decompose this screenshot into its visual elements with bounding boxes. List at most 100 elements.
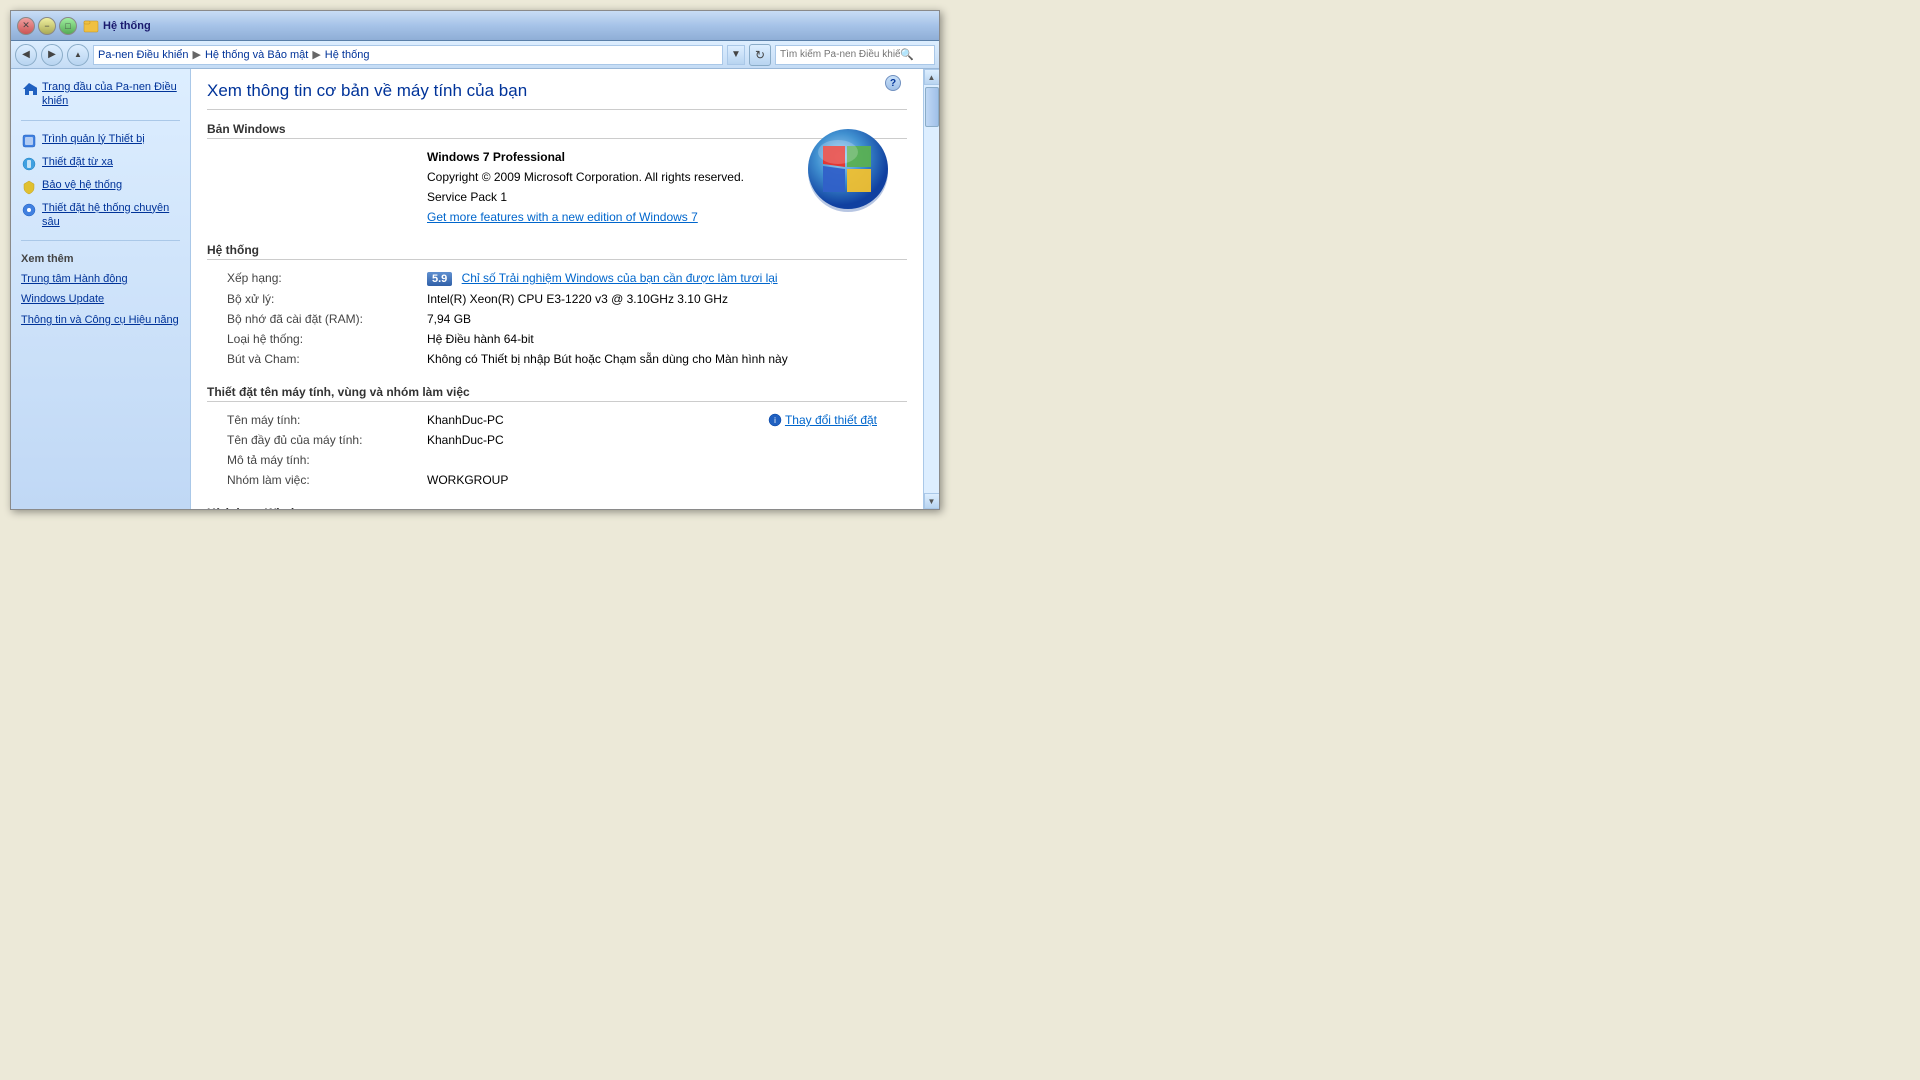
scroll-thumb[interactable] [925, 87, 939, 127]
windows-logo-container [803, 124, 893, 217]
xem-them-label: Xem thêm [11, 249, 190, 269]
sidebar-item-windows-update[interactable]: Windows Update [11, 289, 190, 309]
description-label: Mô tả máy tính: [207, 450, 427, 470]
address-bar: ◀ ▶ ▲ Pa-nen Điều khiển ▶ Hệ thống và Bả… [11, 41, 939, 69]
rating-value: 5.9 Chỉ số Trải nghiệm Windows của bạn c… [427, 268, 907, 289]
pen-value: Không có Thiết bị nhập Bút hoặc Chạm sẵn… [427, 349, 907, 369]
cpu-label: Bộ xử lý: [207, 289, 427, 309]
breadcrumb-2[interactable]: Hệ thống và Bảo mật [205, 49, 308, 61]
ban-windows-section: Bản Windows Windows 7 Professional Copyr… [207, 122, 907, 227]
separator-1: ▶ [193, 48, 201, 61]
he-thong-heading: Hệ thống [207, 243, 907, 260]
pen-row: Bút và Cham: Không có Thiết bị nhập Bút … [207, 349, 907, 369]
system-protect-label[interactable]: Bảo vệ hệ thống [42, 178, 122, 192]
pen-label: Bút và Cham: [207, 349, 427, 369]
service-pack-row: Service Pack 1 [207, 187, 907, 207]
search-box[interactable]: 🔍 [775, 45, 935, 65]
forward-button[interactable]: ▶ [41, 44, 63, 66]
sidebar-item-home[interactable]: Trang đầu của Pa-nen Điều khiển [11, 77, 190, 112]
rating-refresh-link[interactable]: Chỉ số Trải nghiệm Windows của bạn cần đ… [462, 271, 778, 285]
title-bar: ✕ − □ Hệ thống [11, 11, 939, 41]
os-type-label: Loại hệ thống: [207, 329, 427, 349]
up-button[interactable]: ▲ [67, 44, 89, 66]
ten-may-tinh-table: Tên máy tính: KhanhDuc-PC i Thay đổi thi… [207, 410, 907, 490]
scroll-up[interactable]: ▲ [924, 69, 940, 85]
workgroup-label: Nhóm làm việc: [207, 470, 427, 490]
advanced-settings-label[interactable]: Thiết đặt hệ thống chuyên sâu [42, 201, 180, 230]
ban-windows-heading: Bản Windows [207, 122, 907, 139]
upgrade-row: Get more features with a new edition of … [207, 207, 907, 227]
full-name-value: KhanhDuc-PC [427, 430, 907, 450]
separator-2: ▶ [312, 48, 320, 61]
computer-name-row: Tên máy tính: KhanhDuc-PC i Thay đổi thi… [207, 410, 907, 430]
computer-name-label: Tên máy tính: [207, 410, 427, 430]
rating-badge: 5.9 [427, 272, 452, 286]
sidebar-item-system-protect[interactable]: Bảo vệ hệ thống [11, 175, 190, 198]
window-controls[interactable]: ✕ − □ [17, 17, 77, 35]
title-bar-text: Hệ thống [103, 20, 933, 32]
remote-settings-icon [21, 156, 37, 172]
edition-row: Windows 7 Professional [207, 147, 907, 167]
os-type-row: Loại hệ thống: Hệ Điều hành 64-bit [207, 329, 907, 349]
page-title: Xem thông tin cơ bản về máy tính của bạn [207, 81, 907, 110]
windows-update-label[interactable]: Windows Update [21, 292, 104, 306]
advanced-settings-icon [21, 202, 37, 218]
rating-label: Xếp hạng: [207, 268, 427, 289]
address-field[interactable]: Pa-nen Điều khiển ▶ Hệ thống và Bảo mật … [93, 45, 723, 65]
kich-hoat-section: Kích hoạt Windows ask for genuine ✕ Micr… [207, 506, 907, 509]
copyright-row: Copyright © 2009 Microsoft Corporation. … [207, 167, 907, 187]
maximize-button[interactable]: □ [59, 17, 77, 35]
performance-label[interactable]: Thông tin và Công cụ Hiệu năng [21, 313, 179, 327]
upgrade-link[interactable]: Get more features with a new edition of … [427, 210, 698, 224]
ram-value: 7,94 GB [427, 309, 907, 329]
ram-label: Bộ nhớ đã cài đặt (RAM): [207, 309, 427, 329]
home-icon [21, 81, 37, 97]
rating-row: Xếp hạng: 5.9 Chỉ số Trải nghiệm Windows… [207, 268, 907, 289]
sidebar-item-advanced[interactable]: Thiết đặt hệ thống chuyên sâu [11, 198, 190, 233]
address-dropdown[interactable]: ▼ [727, 45, 745, 65]
sidebar-item-action-center[interactable]: Trung tâm Hành động [11, 269, 190, 289]
breadcrumb-3[interactable]: Hệ thống [325, 49, 370, 61]
help-button[interactable]: ? [885, 75, 901, 91]
workgroup-value: WORKGROUP [427, 470, 907, 490]
device-manager-label[interactable]: Trình quản lý Thiết bị [42, 132, 145, 146]
device-manager-icon [21, 133, 37, 149]
search-input[interactable] [780, 49, 900, 60]
scroll-down[interactable]: ▼ [924, 493, 940, 509]
windows7-logo [803, 124, 893, 214]
remote-settings-label[interactable]: Thiết đặt từ xa [42, 155, 113, 169]
ban-windows-table: Windows 7 Professional Copyright © 2009 … [207, 147, 907, 227]
search-icon[interactable]: 🔍 [900, 48, 914, 61]
content-area: ? Xem thông tin cơ bản về máy tính của b… [191, 69, 923, 509]
os-type-value: Hệ Điều hành 64-bit [427, 329, 907, 349]
he-thong-table: Xếp hạng: 5.9 Chỉ số Trải nghiệm Windows… [207, 268, 907, 369]
cpu-row: Bộ xử lý: Intel(R) Xeon(R) CPU E3-1220 v… [207, 289, 907, 309]
cpu-value: Intel(R) Xeon(R) CPU E3-1220 v3 @ 3.10GH… [427, 289, 907, 309]
action-center-label[interactable]: Trung tâm Hành động [21, 272, 128, 286]
system-protect-icon [21, 179, 37, 195]
close-button[interactable]: ✕ [17, 17, 35, 35]
sidebar-item-device-manager[interactable]: Trình quản lý Thiết bị [11, 129, 190, 152]
change-settings-link[interactable]: i Thay đổi thiết đặt [768, 413, 877, 427]
change-icon: i [768, 413, 782, 427]
sidebar-divider-1 [21, 120, 180, 121]
main-window: ✕ − □ Hệ thống ◀ ▶ ▲ Pa-nen Điều khiển ▶… [10, 10, 940, 510]
ram-row: Bộ nhớ đã cài đặt (RAM): 7,94 GB [207, 309, 907, 329]
workgroup-row: Nhóm làm việc: WORKGROUP [207, 470, 907, 490]
description-row: Mô tả máy tính: [207, 450, 907, 470]
sidebar-home-label[interactable]: Trang đầu của Pa-nen Điều khiển [42, 80, 180, 109]
ten-may-tinh-heading: Thiết đặt tên máy tính, vùng và nhóm làm… [207, 385, 907, 402]
minimize-button[interactable]: − [38, 17, 56, 35]
sidebar: Trang đầu của Pa-nen Điều khiển Trình qu… [11, 69, 191, 509]
scrollbar[interactable]: ▲ ▼ [923, 69, 939, 509]
back-button[interactable]: ◀ [15, 44, 37, 66]
sidebar-divider-2 [21, 240, 180, 241]
full-name-row: Tên đầy đủ của máy tính: KhanhDuc-PC [207, 430, 907, 450]
sidebar-item-remote-settings[interactable]: Thiết đặt từ xa [11, 152, 190, 175]
kich-hoat-heading: Kích hoạt Windows [207, 506, 907, 509]
computer-name-value: KhanhDuc-PC i Thay đổi thiết đặt [427, 410, 907, 430]
sidebar-item-performance[interactable]: Thông tin và Công cụ Hiệu năng [11, 310, 190, 330]
breadcrumb-1[interactable]: Pa-nen Điều khiển [98, 49, 189, 61]
explorer-icon [83, 18, 99, 34]
refresh-button[interactable]: ↻ [749, 44, 771, 66]
